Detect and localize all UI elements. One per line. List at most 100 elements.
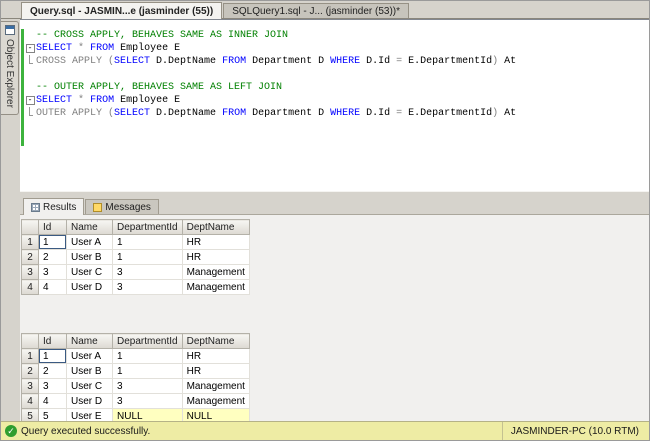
row-header[interactable]: 2 (22, 250, 39, 265)
grid-cell[interactable]: User B (67, 364, 113, 379)
row-header[interactable]: 5 (22, 409, 39, 422)
grid-cell[interactable]: User A (67, 349, 113, 364)
tab-results[interactable]: Results (23, 198, 84, 215)
grid-cell[interactable]: Management (182, 280, 249, 295)
grid-row: 33User C3Management (22, 379, 250, 394)
document-area: -- CROSS APPLY, BEHAVES SAME AS INNER JO… (20, 19, 649, 421)
results-grid[interactable]: IdNameDepartmentIdDeptName11User A1HR22U… (21, 333, 250, 421)
grid-cell[interactable]: NULL (182, 409, 249, 422)
results-tab-label: Results (43, 202, 76, 213)
grid-cell[interactable]: 1 (113, 235, 183, 250)
grid-row: 44User D3Management (22, 394, 250, 409)
grid-cell[interactable]: 4 (39, 280, 67, 295)
grid-cell[interactable]: User B (67, 250, 113, 265)
code-line[interactable]: CROSS APPLY (SELECT D.DeptName FROM Depa… (20, 55, 649, 68)
row-header[interactable]: 3 (22, 379, 39, 394)
grid-cell[interactable]: HR (182, 349, 249, 364)
grid-cell[interactable]: 3 (113, 379, 183, 394)
grid-cell[interactable]: 2 (39, 364, 67, 379)
fold-margin (24, 107, 36, 120)
grid-cell[interactable]: 1 (39, 235, 67, 250)
code-line[interactable]: -- CROSS APPLY, BEHAVES SAME AS INNER JO… (20, 29, 649, 42)
object-explorer-tab[interactable]: Object Explorer (1, 21, 19, 115)
grid-cell[interactable]: NULL (113, 409, 183, 422)
code-text: OUTER APPLY (SELECT D.DeptName FROM Depa… (36, 107, 516, 120)
row-header[interactable]: 1 (22, 235, 39, 250)
code-text: SELECT * FROM Employee E (36, 42, 180, 55)
server-info: JASMINDER-PC (10.0 RTM) (502, 422, 649, 440)
row-header[interactable]: 4 (22, 394, 39, 409)
column-header[interactable]: DepartmentId (113, 334, 183, 349)
grid-cell[interactable]: Management (182, 379, 249, 394)
grid-cell[interactable]: 3 (113, 280, 183, 295)
row-header[interactable]: 4 (22, 280, 39, 295)
grid-row: 33User C3Management (22, 265, 250, 280)
tab-query-sql[interactable]: Query.sql - JASMIN...e (jasminder (55)) (21, 2, 222, 19)
code-lines: -- CROSS APPLY, BEHAVES SAME AS INNER JO… (20, 29, 649, 146)
code-line[interactable] (20, 133, 649, 146)
column-header[interactable]: DeptName (182, 220, 249, 235)
grid-cell[interactable]: HR (182, 235, 249, 250)
grid-cell[interactable]: Management (182, 394, 249, 409)
grid-cell[interactable]: User D (67, 280, 113, 295)
column-header[interactable]: DeptName (182, 334, 249, 349)
status-bar: ✓ Query executed successfully. JASMINDER… (1, 421, 649, 440)
select-all-corner[interactable] (22, 334, 39, 349)
code-text: SELECT * FROM Employee E (36, 94, 180, 107)
row-header[interactable]: 1 (22, 349, 39, 364)
fold-margin[interactable]: - (24, 42, 36, 55)
grid-row: 22User B1HR (22, 250, 250, 265)
grid-cell[interactable]: 3 (39, 379, 67, 394)
code-line[interactable] (20, 68, 649, 81)
column-header[interactable]: Name (67, 334, 113, 349)
column-header[interactable]: Id (39, 220, 67, 235)
grid-cell[interactable]: 3 (113, 265, 183, 280)
fold-margin[interactable]: - (24, 94, 36, 107)
results-grid-icon (31, 203, 40, 212)
grid-cell[interactable]: HR (182, 364, 249, 379)
grid-cell[interactable]: 1 (39, 349, 67, 364)
code-line[interactable]: -SELECT * FROM Employee E (20, 42, 649, 55)
grid-cell[interactable]: 1 (113, 364, 183, 379)
grid-cell[interactable]: 4 (39, 394, 67, 409)
column-header[interactable]: Id (39, 334, 67, 349)
tab-messages[interactable]: Messages (85, 199, 159, 214)
code-text: CROSS APPLY (SELECT D.DeptName FROM Depa… (36, 55, 516, 68)
fold-margin (24, 133, 36, 146)
grid-cell[interactable]: User D (67, 394, 113, 409)
status-message: Query executed successfully. (21, 426, 150, 437)
code-line[interactable]: OUTER APPLY (SELECT D.DeptName FROM Depa… (20, 107, 649, 120)
tab-sqlquery1-sql[interactable]: SQLQuery1.sql - J... (jasminder (53))* (223, 3, 409, 18)
sql-editor[interactable]: -- CROSS APPLY, BEHAVES SAME AS INNER JO… (20, 19, 649, 191)
grid-cell[interactable]: 2 (39, 250, 67, 265)
row-header[interactable]: 3 (22, 265, 39, 280)
grid-cell[interactable]: 1 (113, 250, 183, 265)
results-grid[interactable]: IdNameDepartmentIdDeptName11User A1HR22U… (21, 219, 250, 295)
grid-row: 44User D3Management (22, 280, 250, 295)
grid-cell[interactable]: 5 (39, 409, 67, 422)
select-all-corner[interactable] (22, 220, 39, 235)
code-line[interactable]: -- OUTER APPLY, BEHAVES SAME AS LEFT JOI… (20, 81, 649, 94)
grid-cell[interactable]: 3 (39, 265, 67, 280)
grid-cell[interactable]: 1 (113, 349, 183, 364)
fold-collapse-icon[interactable]: - (26, 44, 35, 53)
column-header[interactable]: DepartmentId (113, 220, 183, 235)
messages-icon (93, 203, 102, 212)
grid-cell[interactable]: HR (182, 250, 249, 265)
grid-cell[interactable]: User E (67, 409, 113, 422)
grid-gap (20, 295, 649, 333)
fold-region-line (29, 55, 33, 64)
grid-row: 11User A1HR (22, 349, 250, 364)
success-check-icon: ✓ (5, 425, 17, 437)
code-line[interactable] (20, 120, 649, 133)
grid-cell[interactable]: User C (67, 379, 113, 394)
grid-cell[interactable]: 3 (113, 394, 183, 409)
grid-row: 11User A1HR (22, 235, 250, 250)
grid-cell[interactable]: Management (182, 265, 249, 280)
fold-collapse-icon[interactable]: - (26, 96, 35, 105)
code-line[interactable]: -SELECT * FROM Employee E (20, 94, 649, 107)
column-header[interactable]: Name (67, 220, 113, 235)
grid-cell[interactable]: User A (67, 235, 113, 250)
row-header[interactable]: 2 (22, 364, 39, 379)
grid-cell[interactable]: User C (67, 265, 113, 280)
